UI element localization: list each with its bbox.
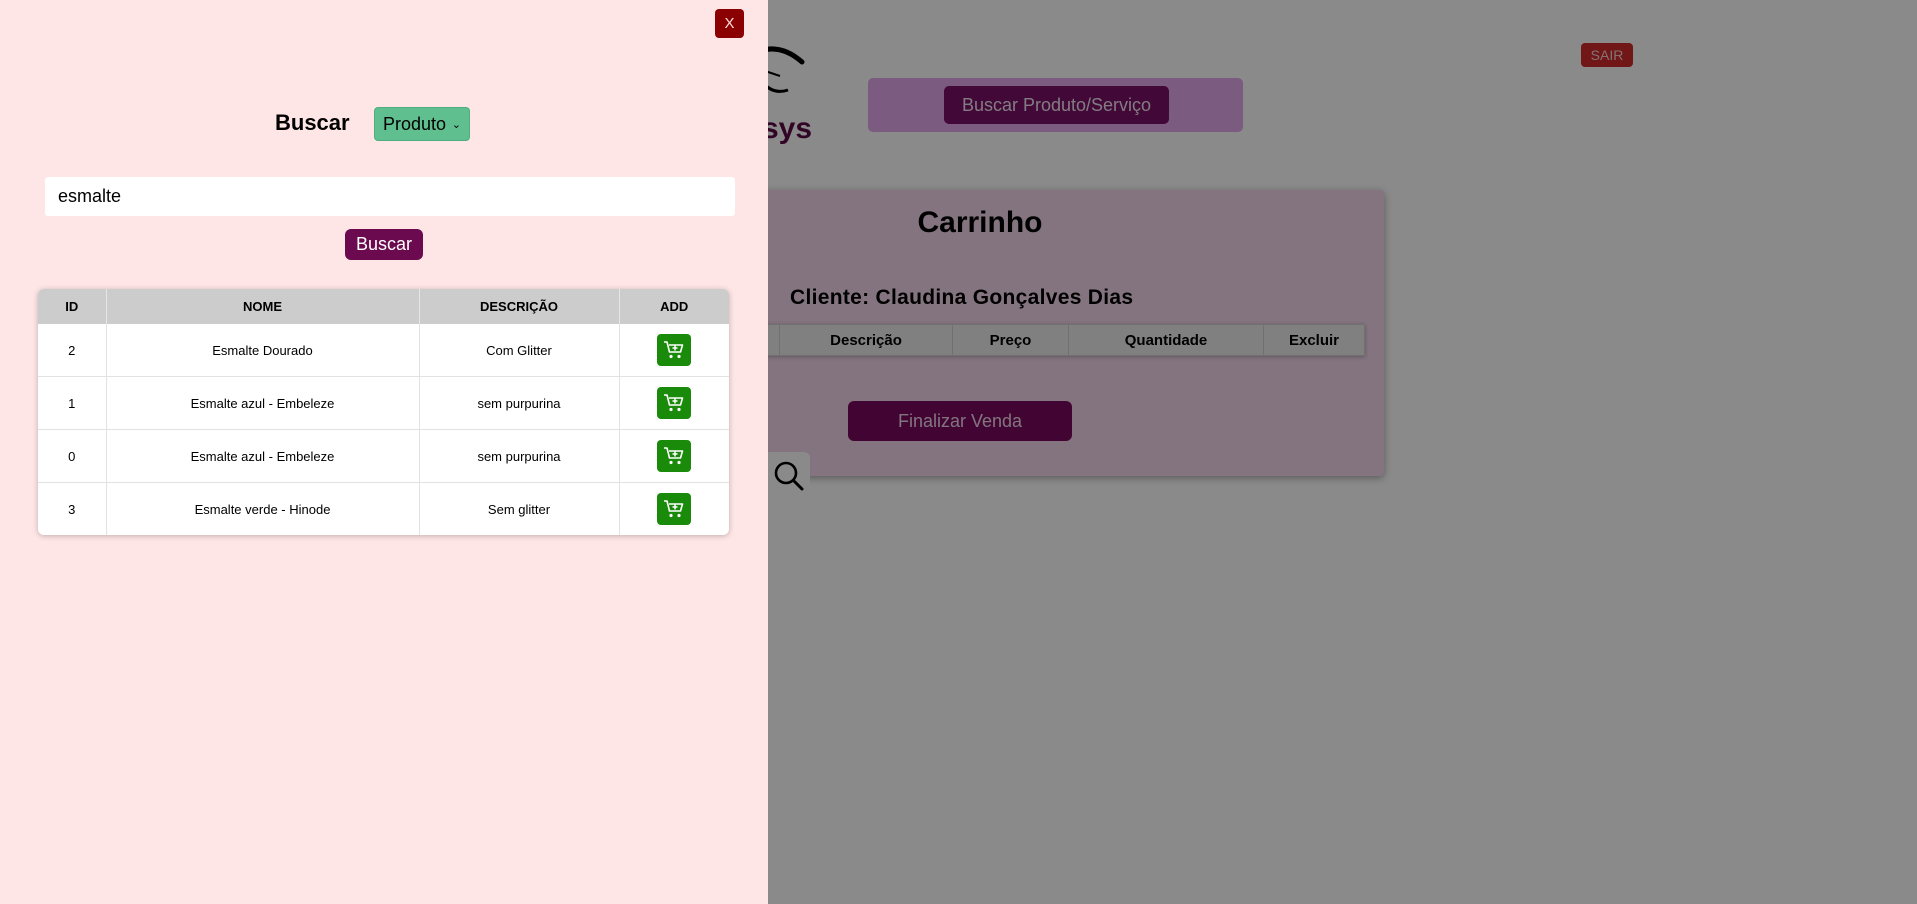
search-modal: X Buscar Produto ⌄ Buscar ID NOME DESCRI…: [0, 0, 768, 904]
search-button[interactable]: Buscar: [345, 229, 423, 260]
col-descricao: DESCRIÇÃO: [419, 289, 620, 324]
cell-add: [619, 429, 729, 483]
search-type-selected: Produto: [383, 113, 447, 134]
table-row: 1 Esmalte azul - Embeleze sem purpurina: [38, 376, 729, 430]
cell-add: [619, 376, 729, 430]
add-to-cart-button[interactable]: [657, 440, 692, 472]
cell-id: 2: [38, 324, 107, 377]
chevron-down-icon: ⌄: [451, 118, 461, 131]
cell-description: Sem glitter: [419, 482, 620, 535]
cell-name: Esmalte Dourado: [106, 324, 420, 377]
cell-name: Esmalte azul - Embeleze: [106, 376, 420, 430]
col-nome: NOME: [106, 289, 420, 324]
cell-name: Esmalte verde - Hinode: [106, 482, 420, 535]
cart-plus-icon: [664, 500, 684, 518]
cell-description: Com Glitter: [419, 324, 620, 377]
search-input[interactable]: [45, 177, 735, 216]
results-table-container: ID NOME DESCRIÇÃO ADD 2 Esmalte Dourado …: [38, 289, 729, 535]
cart-plus-icon: [664, 341, 684, 359]
cell-add: [619, 324, 729, 377]
cell-description: sem purpurina: [419, 376, 620, 430]
cell-name: Esmalte azul - Embeleze: [106, 429, 420, 483]
cell-id: 3: [38, 482, 107, 535]
cell-id: 1: [38, 376, 107, 430]
cart-plus-icon: [664, 394, 684, 412]
cell-id: 0: [38, 429, 107, 483]
cart-plus-icon: [664, 447, 684, 465]
table-row: 0 Esmalte azul - Embeleze sem purpurina: [38, 429, 729, 483]
search-type-label: Buscar: [275, 110, 350, 135]
col-id: ID: [38, 289, 107, 324]
results-header-row: ID NOME DESCRIÇÃO ADD: [38, 289, 729, 324]
table-row: 2 Esmalte Dourado Com Glitter: [38, 324, 729, 377]
add-to-cart-button[interactable]: [657, 493, 692, 525]
results-table: ID NOME DESCRIÇÃO ADD 2 Esmalte Dourado …: [38, 289, 729, 535]
table-row: 3 Esmalte verde - Hinode Sem glitter: [38, 482, 729, 536]
close-modal-button[interactable]: X: [715, 9, 744, 38]
search-type-select[interactable]: Produto ⌄: [374, 107, 470, 141]
cell-description: sem purpurina: [419, 429, 620, 483]
add-to-cart-button[interactable]: [657, 334, 692, 366]
add-to-cart-button[interactable]: [657, 387, 692, 419]
col-add: ADD: [619, 289, 729, 324]
cell-add: [619, 483, 729, 536]
